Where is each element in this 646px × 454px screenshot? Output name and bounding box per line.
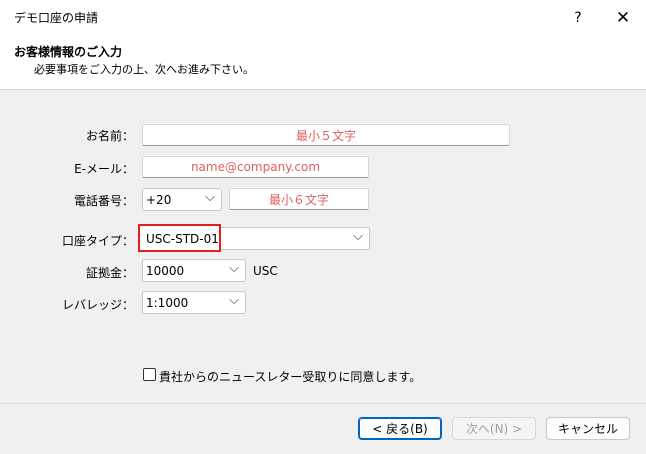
leverage-select[interactable]: 1:1000 ⌵: [142, 291, 246, 314]
leverage-label: レバレッジ：: [61, 298, 134, 312]
window-title: デモ口座の申請: [14, 11, 99, 25]
email-label: E-メール：: [74, 162, 134, 176]
deposit-select[interactable]: 10000 ⌵: [142, 259, 246, 282]
header-title: お客様情報のご入力: [14, 45, 123, 59]
deposit-label: 証拠金：: [85, 266, 134, 280]
country-code-value: +20: [146, 193, 172, 207]
header-subtitle: 必要事項をご入力の上、次へお進み下さい。: [34, 63, 254, 76]
demo-account-dialog: デモ口座の申請 ? ✕ お客様情報のご入力 必要事項をご入力の上、次へお進み下さ…: [0, 0, 646, 454]
title-bar: デモ口座の申請 ? ✕: [0, 0, 646, 36]
country-code-select[interactable]: +20 ⌵: [142, 188, 222, 211]
cancel-button[interactable]: キャンセル: [546, 417, 630, 440]
email-input[interactable]: name@company.com: [142, 156, 369, 178]
deposit-value: 10000: [146, 264, 185, 278]
newsletter-label: 貴社からのニュースレター受取りに同意します。: [159, 370, 422, 384]
leverage-value: 1:1000: [146, 296, 189, 310]
close-icon[interactable]: ✕: [600, 0, 646, 36]
footer-divider: [0, 403, 646, 404]
back-button[interactable]: < 戻る(B): [358, 417, 442, 440]
newsletter-checkbox[interactable]: [143, 368, 156, 381]
next-button[interactable]: 次へ(N) >: [452, 417, 536, 440]
chevron-down-icon: ⌵: [229, 293, 239, 308]
name-label: お名前：: [85, 129, 134, 143]
phone-label: 電話番号：: [73, 194, 134, 208]
chevron-down-icon: ⌵: [205, 190, 215, 205]
phone-input[interactable]: 最小６文字: [229, 188, 369, 210]
account-type-highlight: USC-STD-01: [138, 224, 221, 252]
deposit-currency: USC: [253, 264, 278, 278]
account-type-label: 口座タイプ：: [61, 234, 134, 248]
help-icon[interactable]: ?: [560, 0, 596, 36]
chevron-down-icon: ⌵: [353, 229, 363, 244]
account-type-value: USC-STD-01: [146, 232, 219, 246]
name-input[interactable]: 最小５文字: [142, 124, 510, 146]
chevron-down-icon: ⌵: [229, 261, 239, 276]
